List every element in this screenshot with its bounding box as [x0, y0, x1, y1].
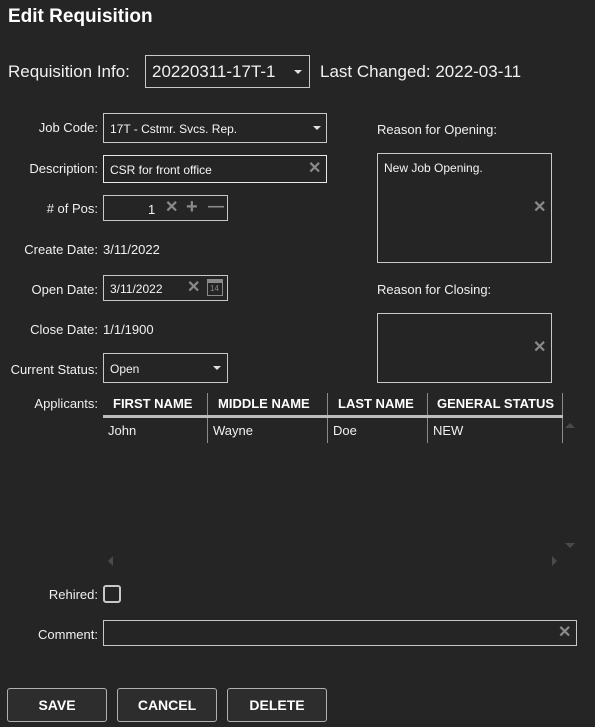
reason-closing-label: Reason for Closing:: [377, 282, 492, 297]
rehired-checkbox[interactable]: [103, 585, 121, 603]
job-code-value: 17T - Cstmr. Svcs. Rep.: [110, 122, 238, 136]
chevron-down-icon: [313, 126, 321, 130]
cell-middle-name: Wayne: [213, 423, 253, 438]
calendar-icon[interactable]: 14: [207, 279, 223, 296]
create-date-value: 3/11/2022: [103, 242, 160, 257]
job-code-label: Job Code:: [38, 120, 98, 135]
last-changed-label: Last Changed:: [320, 62, 431, 81]
column-header[interactable]: GENERAL STATUS: [437, 396, 554, 411]
chevron-down-icon: [213, 366, 221, 370]
cell-general-status: NEW: [433, 423, 464, 438]
job-code-select[interactable]: 17T - Cstmr. Svcs. Rep.: [103, 113, 327, 143]
num-pos-stepper[interactable]: 1 ✕ + —: [103, 195, 228, 221]
comment-label: Comment:: [38, 627, 98, 642]
description-label: Description:: [29, 161, 98, 176]
delete-button[interactable]: DELETE: [227, 688, 327, 722]
applicants-grid[interactable]: FIRST NAME MIDDLE NAME LAST NAME GENERAL…: [103, 393, 578, 568]
calendar-icon-bar: [207, 279, 223, 283]
page-title: Edit Requisition: [8, 6, 153, 27]
table-row[interactable]: John Wayne Doe NEW: [103, 420, 563, 442]
rehired-label: Rehired:: [48, 587, 98, 602]
reason-opening-value: New Job Opening.: [384, 161, 483, 175]
close-date-label: Close Date:: [30, 322, 98, 337]
current-status-value: Open: [110, 362, 140, 376]
column-header[interactable]: MIDDLE NAME: [218, 396, 310, 411]
requisition-select[interactable]: 20220311-17T-1: [145, 55, 310, 88]
requisition-info-label: Requisition Info:: [8, 62, 130, 81]
scroll-up-icon[interactable]: [565, 423, 575, 428]
close-date-value: 1/1/1900: [103, 322, 154, 337]
open-date-value: 3/11/2022: [110, 282, 163, 296]
clear-icon[interactable]: ✕: [308, 161, 321, 177]
num-pos-label: # of Pos:: [46, 201, 98, 216]
clear-icon[interactable]: ✕: [165, 200, 178, 216]
last-changed-value: 2022-03-11: [435, 62, 522, 81]
column-header[interactable]: LAST NAME: [338, 396, 414, 411]
calendar-icon-day: 14: [210, 284, 219, 293]
save-button[interactable]: SAVE: [7, 688, 107, 722]
scroll-right-icon[interactable]: [552, 556, 557, 566]
applicants-label: Applicants:: [34, 396, 98, 411]
reason-opening-input[interactable]: New Job Opening. ✕: [377, 153, 552, 263]
cell-last-name: Doe: [333, 423, 357, 438]
clear-icon[interactable]: ✕: [558, 625, 571, 641]
plus-icon[interactable]: +: [186, 197, 198, 217]
open-date-label: Open Date:: [31, 282, 99, 297]
description-value: CSR for front office: [110, 163, 212, 177]
minus-icon[interactable]: —: [208, 199, 224, 215]
scroll-left-icon[interactable]: [108, 556, 113, 566]
last-changed: Last Changed: 2022-03-11: [320, 62, 521, 82]
reason-opening-label: Reason for Opening:: [377, 122, 497, 137]
grid-header: FIRST NAME MIDDLE NAME LAST NAME GENERAL…: [103, 393, 563, 443]
current-status-label: Current Status:: [10, 362, 98, 377]
scroll-down-icon[interactable]: [565, 543, 575, 548]
header-underline: [103, 415, 563, 418]
requisition-select-value: 20220311-17T-1: [152, 62, 276, 81]
open-date-picker[interactable]: 3/11/2022 ✕ 14: [103, 275, 228, 301]
clear-icon[interactable]: ✕: [533, 200, 546, 216]
description-input[interactable]: CSR for front office ✕: [103, 155, 327, 183]
clear-icon[interactable]: ✕: [187, 280, 200, 296]
num-pos-value: 1: [148, 202, 156, 217]
comment-input[interactable]: ✕: [103, 620, 577, 646]
reason-closing-input[interactable]: ✕: [377, 313, 552, 383]
chevron-down-icon: [294, 70, 302, 74]
current-status-select[interactable]: Open: [103, 353, 228, 383]
cancel-button[interactable]: CANCEL: [117, 688, 217, 722]
cell-first-name: John: [108, 423, 137, 438]
create-date-label: Create Date:: [24, 242, 98, 257]
clear-icon[interactable]: ✕: [533, 340, 546, 356]
column-header[interactable]: FIRST NAME: [113, 396, 192, 411]
